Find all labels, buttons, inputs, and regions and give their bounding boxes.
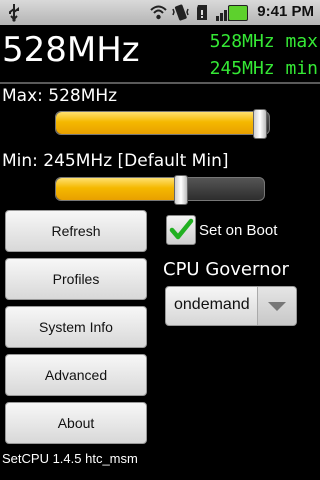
min-frequency-slider[interactable] bbox=[55, 175, 265, 205]
profiles-button[interactable]: Profiles bbox=[5, 258, 147, 300]
min-slider-label: Min: 245MHz [Default Min] bbox=[2, 151, 229, 171]
system-info-button[interactable]: System Info bbox=[5, 306, 147, 348]
max-slider-thumb[interactable] bbox=[253, 109, 267, 139]
governor-selected-value: ondemand bbox=[174, 296, 250, 313]
about-button[interactable]: About bbox=[5, 402, 147, 444]
status-bar: 9:41 PM bbox=[0, 0, 320, 25]
vibrate-icon bbox=[172, 4, 189, 21]
cpu-governor-title: CPU Governor bbox=[163, 259, 289, 280]
dropdown-arrow-button[interactable] bbox=[257, 287, 296, 325]
advanced-button[interactable]: Advanced bbox=[5, 354, 147, 396]
min-slider-fill bbox=[56, 178, 180, 200]
max-frequency-slider[interactable] bbox=[55, 109, 270, 139]
max-slider-label: Max: 528MHz bbox=[2, 86, 118, 106]
set-on-boot-label: Set on Boot bbox=[199, 222, 278, 239]
cpu-governor-dropdown[interactable]: ondemand bbox=[165, 286, 297, 326]
battery-icon bbox=[228, 5, 248, 21]
min-frequency-readout: 245MHz min bbox=[209, 58, 318, 79]
sd-card-icon bbox=[197, 5, 207, 20]
header-divider bbox=[0, 82, 320, 84]
checkmark-icon bbox=[169, 218, 194, 240]
usb-icon bbox=[9, 4, 19, 22]
app-version-footer: SetCPU 1.4.5 htc_msm bbox=[2, 451, 138, 466]
status-icons bbox=[149, 3, 234, 22]
max-slider-fill bbox=[56, 112, 259, 134]
set-on-boot-checkbox[interactable] bbox=[166, 215, 196, 245]
chevron-down-icon bbox=[268, 302, 286, 311]
status-time: 9:41 PM bbox=[257, 3, 314, 20]
min-slider-thumb[interactable] bbox=[174, 175, 188, 205]
wifi-icon bbox=[150, 5, 167, 20]
current-frequency: 528MHz bbox=[2, 30, 140, 70]
refresh-button[interactable]: Refresh bbox=[5, 210, 147, 252]
max-frequency-readout: 528MHz max bbox=[209, 31, 318, 52]
